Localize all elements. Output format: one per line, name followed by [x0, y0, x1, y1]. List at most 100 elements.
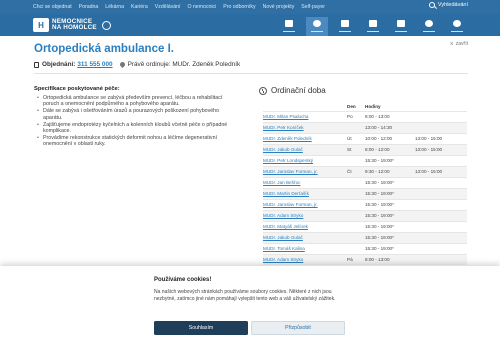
clock-icon [259, 86, 267, 95]
time-cell: 15:30 - 19:00* [365, 220, 415, 232]
doctor-link[interactable]: MUDr. Milan Psalucha [263, 110, 347, 122]
search-label: Vyhledávání [437, 2, 468, 8]
top-nav-item[interactable]: Chci se objednat [33, 4, 72, 10]
day-cell [347, 176, 365, 188]
customize-cookies-button[interactable]: Přizpůsobit [251, 321, 345, 335]
table-row: MUDr. Adam Stryko Pá 8:00 - 13:00 [263, 253, 467, 265]
day-cell [347, 231, 365, 243]
time-cell: 8:00 - 12:00 [365, 143, 415, 155]
logo-line-2: NA HOMOLCE [52, 24, 97, 31]
doctor-link[interactable]: MUDr. Petr Londsperský [263, 154, 347, 166]
time-cell: 15:30 - 19:00* [365, 198, 415, 210]
column-header [415, 103, 467, 111]
cookie-text: Na našich webových stránkách používáme s… [154, 289, 336, 302]
time-cell: 9:30 - 12:00 [365, 165, 415, 177]
doctor-link[interactable]: MUDr. Martin Derťašík [263, 187, 347, 199]
column-header: Den [347, 104, 356, 110]
building-icon [369, 20, 377, 27]
table-row: MUDr. Milan Psalucha Po 8:00 - 13:00 [263, 110, 467, 122]
top-nav-item[interactable]: Vzdělávání [155, 4, 181, 10]
day-cell [347, 187, 365, 199]
cookie-title: Používáme cookies! [154, 277, 212, 283]
divider [34, 73, 468, 74]
table-row: MUDr. Jaroslav Forman, jr. Čt 9:30 - 12:00… [263, 165, 467, 177]
top-nav-item[interactable]: O nemocnici [187, 4, 216, 10]
hours-title-text: Ordinační doba [271, 86, 326, 95]
header-nav-hospital[interactable] [390, 17, 412, 36]
top-nav-item[interactable]: Lékárna [105, 4, 124, 10]
hospital-logo[interactable]: H NEMOCNICE NA HOMOLCE [33, 18, 111, 32]
time-cell [415, 176, 467, 188]
doctor-link[interactable]: MUDr. Jaroslav Forman, jr. [263, 165, 347, 177]
doctor-link[interactable]: MUDr. Tomáš Kalina [263, 242, 347, 254]
top-bar: Chci se objednat Poradna Lékárna Kariéra… [0, 0, 500, 14]
column-header: Hodiny [365, 104, 381, 110]
time-cell [415, 154, 467, 166]
header-nav-people[interactable] [334, 17, 356, 36]
logo-swirl-icon [101, 20, 111, 30]
nav-label-line [367, 31, 379, 32]
top-nav-item[interactable]: Nové projekty [263, 4, 295, 10]
page-title: Ortopedická ambulance I. [34, 43, 174, 55]
home-icon [285, 20, 293, 27]
logo-text: NEMOCNICE NA HOMOLCE [52, 18, 97, 32]
header-nav-building[interactable] [362, 17, 384, 36]
table-row: MUDr. Petr Koníček 13:00 - 14:30 [263, 121, 467, 133]
day-cell [347, 121, 365, 133]
contact-info: Objednání: 311 555 000 Právě ordinuje: M… [34, 60, 241, 69]
table-row: MUDr. Jan Bešťoc 15:30 - 19:00* [263, 176, 467, 188]
header-nav-account[interactable] [418, 17, 440, 36]
time-cell [415, 220, 467, 232]
day-cell: Pá [347, 253, 365, 265]
header-nav-info[interactable] [446, 17, 468, 36]
nav-label-line [423, 31, 435, 32]
top-nav-item[interactable]: Self-payer [301, 4, 325, 10]
doctor-link[interactable]: MUDr. Jakub Gulač [263, 143, 347, 155]
table-row: MUDr. Adam Stryko 15:30 - 19:00* [263, 209, 467, 221]
doctor-link[interactable]: MUDr. Jaroslav Forman, jr. [263, 198, 347, 210]
doctor-link[interactable]: MUDr. Adam Stryko [263, 209, 347, 221]
time-cell [415, 253, 467, 265]
doctor-link[interactable]: MUDr. Matyáš Jelínek [263, 220, 347, 232]
column-header [263, 103, 347, 111]
table-row: MUDr. Petr Londsperský 15:30 - 19:00* [263, 154, 467, 166]
location-pin-icon [118, 60, 126, 69]
list-item: Dále se zabývá i ošetřováním úrazů a pou… [37, 108, 237, 121]
nav-label-line [311, 31, 323, 32]
time-cell: 8:00 - 13:00 [365, 110, 415, 122]
doctor-link[interactable]: MUDr. Jan Bešťoc [263, 176, 347, 188]
phone-number-link[interactable]: 311 555 000 [77, 61, 112, 68]
main-header: H NEMOCNICE NA HOMOLCE [0, 14, 500, 36]
specialization-list: Ortopedická ambulance se zabývá předevší… [37, 95, 237, 148]
top-nav-item[interactable]: Kariéra [131, 4, 148, 10]
table-row: MUDr. Jakub Gulač 15:30 - 19:00* [263, 231, 467, 243]
people-icon [341, 20, 349, 27]
hours-title: Ordinační doba [259, 86, 326, 95]
time-cell: 13:00 - 15:00 [415, 165, 467, 177]
search-link[interactable]: Vyhledávání [428, 2, 468, 8]
doctor-link[interactable]: MUDr. Petr Koníček [263, 121, 347, 133]
nav-label-line [451, 31, 463, 32]
hours-table: Den Hodiny MUDr. Milan Psalucha Po 8:00 - … [263, 103, 467, 265]
info-icon [453, 20, 461, 27]
day-cell: Po [347, 110, 365, 122]
top-nav-item[interactable]: Poradna [79, 4, 99, 10]
doctor-link[interactable]: MUDr. Adam Stryko [263, 253, 347, 265]
time-cell: 15:30 - 19:00* [365, 242, 415, 254]
accept-cookies-button[interactable]: Souhlasím [154, 321, 248, 335]
doctor-link[interactable]: MUDr. Jakub Gulač [263, 231, 347, 243]
current-doctor: Právě ordinuje: MUDr. Zdeněk Poledník [127, 61, 241, 68]
header-nav-home[interactable] [278, 17, 300, 36]
doctor-link[interactable]: MUDr. Zdeněk Poledník [263, 132, 347, 144]
day-cell [347, 220, 365, 232]
day-cell [347, 209, 365, 221]
table-row: MUDr. Matyáš Jelínek 15:30 - 19:00* [263, 220, 467, 232]
time-cell: 15:30 - 19:00* [365, 154, 415, 166]
top-nav-item[interactable]: Pro odborníky [223, 4, 255, 10]
header-nav-doctors[interactable] [306, 17, 328, 36]
time-cell [415, 209, 467, 221]
cookie-banner: Používáme cookies! Na našich webových st… [0, 266, 500, 348]
close-button[interactable]: ⨯ zavřít [450, 41, 468, 47]
specialization-title: Specifikace poskytované péče: [34, 86, 120, 92]
time-cell: 15:30 - 19:00* [365, 187, 415, 199]
